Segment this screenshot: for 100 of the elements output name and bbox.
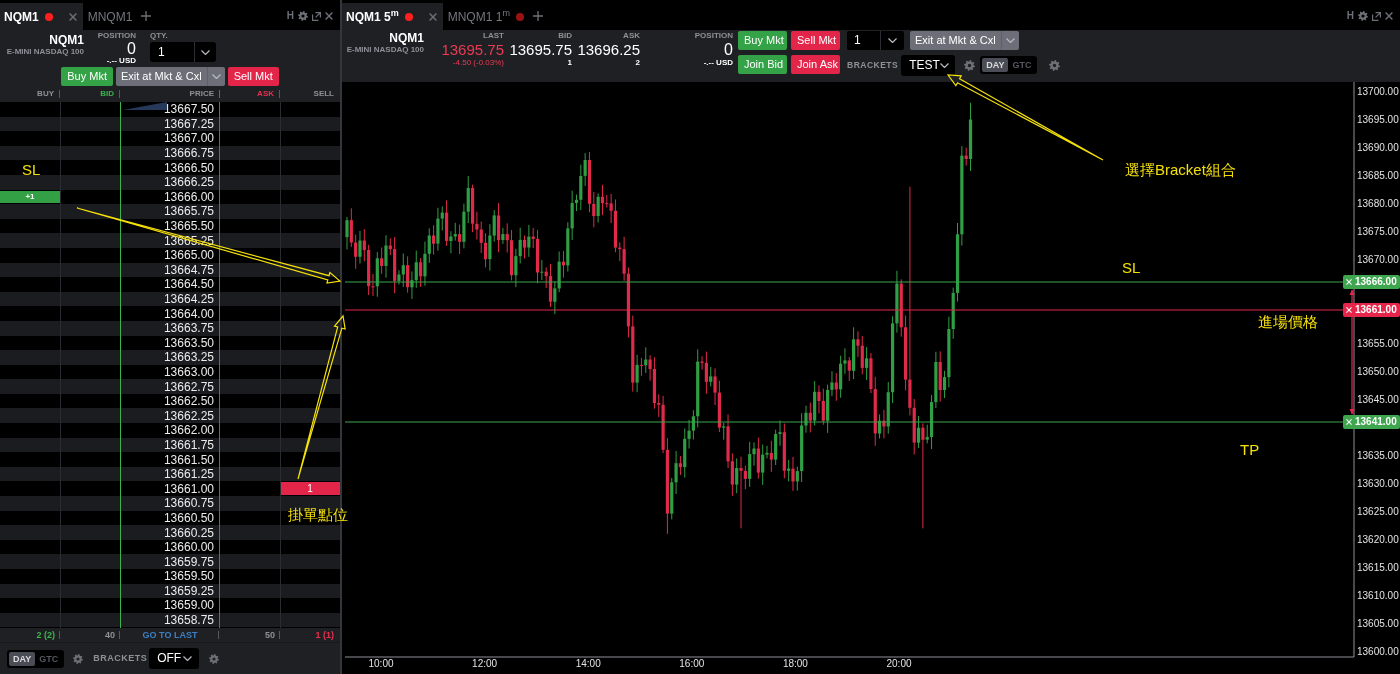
toggle-option[interactable]: DAY [982,58,1009,72]
price-level: 13659.00 [163,598,214,613]
price-level: 13666.50 [163,160,214,175]
order-button[interactable]: Buy Mkt [738,31,787,50]
price-tag[interactable]: 13661.00 [1343,303,1400,317]
exit-button[interactable]: Exit at Mkt & Cxl [115,67,225,86]
go-to-last-link[interactable]: GO TO LAST [142,630,198,640]
price-tag[interactable]: 13641.00 [1343,415,1400,429]
toggle-option[interactable]: GTC [35,651,63,666]
price-level: 13659.50 [163,569,214,584]
quote-value: 13695.75 [441,41,504,58]
price-level: 13664.75 [163,262,214,277]
quote-value: 13695.75 [509,41,572,58]
price-level: 13659.75 [163,554,214,569]
price-level: 13666.00 [163,189,214,204]
price-level: 13667.50 [163,102,214,117]
price-level: 13661.75 [163,437,214,452]
quote-label: ASK [623,31,640,41]
annotation-label: 進場價格 [1258,313,1318,330]
quantity-field[interactable]: 1 [150,42,216,62]
price-level: 13665.50 [163,219,214,234]
quote-detail: -4.50 (-0.03%) [452,58,504,68]
price-axis-label: 13655.00 [1357,338,1399,349]
order-button[interactable]: Sell Mkt [791,31,840,50]
plus-icon[interactable] [532,11,543,21]
tab[interactable]: MNQM1 1$^{m}$ [442,3,529,30]
caret-icon [211,74,221,79]
brackets-label: BRACKETS [93,651,148,665]
order-button[interactable]: Join Ask [791,55,840,74]
quote-label: BID [558,31,572,41]
price-axis-label: 13625.00 [1357,506,1399,517]
hotkey-button[interactable]: H [286,11,294,21]
order-button[interactable]: Join Bid [738,55,787,74]
price-level: 13662.50 [163,394,214,409]
settings-icon[interactable] [209,653,220,664]
price-axis-label: 13695.00 [1357,114,1399,125]
close-icon[interactable] [1385,12,1393,20]
time-axis-label: 18:00 [782,658,808,669]
annotation-label: 掛單點位 [288,506,348,523]
close-icon[interactable] [325,12,333,20]
brackets-dropdown[interactable]: OFF [149,648,200,669]
settings-icon[interactable] [1358,11,1368,21]
position-value: 0 [724,41,733,58]
settings-icon[interactable] [73,653,84,664]
settings-icon[interactable] [1049,59,1061,71]
price-axis-label: 13650.00 [1357,366,1399,377]
toggle-option[interactable]: DAY [9,651,36,666]
quote-detail: 2 [635,58,640,68]
position-pnl: -.-- USD [106,56,136,66]
price-tag[interactable]: 13666.00 [1343,275,1400,289]
total-value: 2 (2) [36,630,55,640]
instrument-symbol: NQM1 [389,31,424,45]
caret-icon [201,49,210,55]
caret-icon [888,38,897,43]
tab[interactable]: NQM1 [0,3,83,30]
settings-icon[interactable] [298,11,308,21]
quantity-field[interactable]: 1 [847,31,904,50]
price-axis-label: 13610.00 [1357,590,1399,601]
price-level: 13660.50 [163,510,214,525]
exit-button[interactable]: Exit at Mkt & Cxl [910,31,1019,50]
tab[interactable]: NQM1 5$^{m}$ [342,3,443,30]
tab[interactable]: MNQM1 [82,3,138,30]
popout-icon[interactable] [1372,11,1381,21]
brackets-label: BRACKETS [847,58,899,72]
total-value: 40 [105,630,115,640]
price-level: 13660.25 [163,525,214,540]
annotation-label: SL [22,161,41,178]
total-value: 1 (1) [315,630,334,640]
order-line[interactable] [344,281,1344,283]
order-line[interactable] [344,421,1344,423]
price-level: 13661.50 [163,452,214,467]
price-axis-label: 13675.00 [1357,226,1399,237]
settings-icon[interactable] [964,59,976,71]
annotation-label: TP [1240,441,1260,458]
price-level: 13667.25 [163,116,214,131]
close-icon[interactable] [428,12,437,21]
price-level: 13665.75 [163,204,214,219]
brackets-dropdown[interactable]: TEST [901,54,956,76]
price-level: 13667.00 [163,131,214,146]
order-button[interactable]: Buy Mkt [61,67,113,86]
sell-order-marker[interactable]: 1 [280,482,340,496]
quote-detail: 1 [567,58,572,68]
instrument-symbol: NQM1 [49,33,84,47]
toggle-option[interactable]: GTC [1008,58,1036,72]
buy-order-marker[interactable]: +1 [0,190,60,204]
order-button[interactable]: Sell Mkt [227,67,279,86]
quote-value: 13696.25 [577,41,640,58]
popout-icon[interactable] [312,11,321,21]
price-level: 13666.75 [163,146,214,161]
time-axis-label: 16:00 [679,658,705,669]
instrument-name: E-MINI NASDAQ 100 [346,45,424,55]
hotkey-button[interactable]: H [1346,11,1354,21]
instrument-name: E-MINI NASDAQ 100 [6,47,84,57]
annotation-label: 選擇Bracket組合 [1125,161,1236,178]
close-icon[interactable] [68,12,77,21]
plus-icon[interactable] [141,11,152,21]
caret-icon [183,656,193,661]
price-level: 13665.00 [163,248,214,263]
price-level: 13660.75 [163,496,214,511]
price-axis-label: 13685.00 [1357,170,1399,181]
